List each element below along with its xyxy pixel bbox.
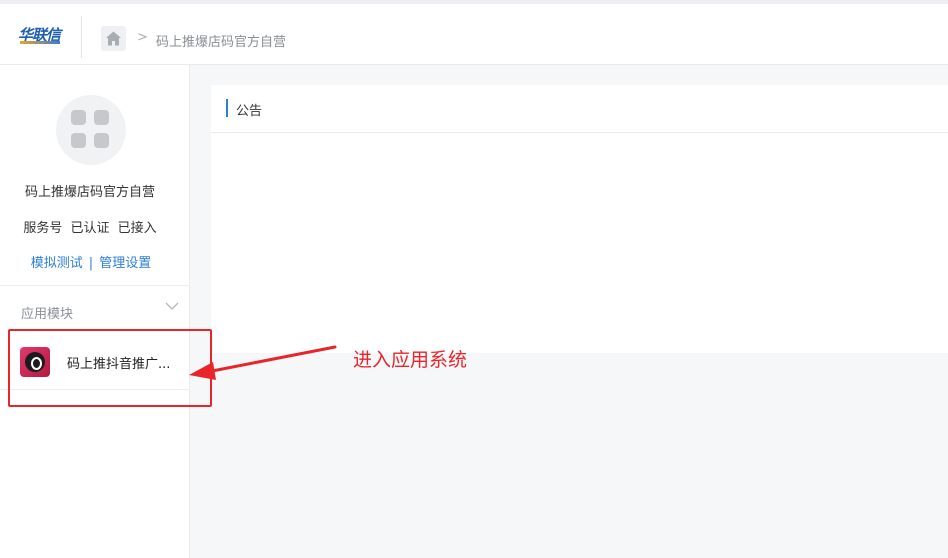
- sidebar-divider: [0, 285, 189, 286]
- top-header: 华联信 > 码上推爆店码官方自营: [0, 0, 948, 65]
- avatar-tile: [71, 110, 86, 125]
- avatar-tile: [94, 133, 109, 148]
- home-button[interactable]: [101, 26, 126, 51]
- account-type: 服务号: [23, 221, 63, 236]
- logo-underline: [20, 41, 60, 44]
- account-name: 码上推爆店码官方自营: [24, 185, 155, 200]
- connected-status: 已接入: [117, 221, 157, 236]
- modules-title: 应用模块: [21, 307, 74, 322]
- home-icon: [106, 31, 121, 46]
- header-divider: [81, 16, 82, 58]
- avatar-tile: [71, 133, 86, 148]
- account-links: 模拟测试 | 管理设置: [0, 252, 182, 271]
- annotation-arrow-icon: [189, 345, 337, 380]
- manage-settings-link[interactable]: 管理设置: [99, 256, 151, 271]
- simulate-test-link[interactable]: 模拟测试: [31, 256, 83, 271]
- account-avatar: [56, 95, 126, 165]
- annotation-callout: 进入应用系统: [353, 349, 468, 371]
- chevron-down-icon[interactable]: [165, 301, 179, 311]
- link-separator: |: [88, 256, 94, 271]
- panel-accent-bar: [226, 99, 228, 117]
- account-status: 服务号 已认证 已接入: [0, 217, 180, 236]
- verified-status: 已认证: [70, 221, 110, 236]
- panel-header: 公告: [211, 85, 948, 133]
- breadcrumb-separator: >: [137, 30, 148, 45]
- annotation-highlight-box: [8, 329, 212, 407]
- panel-title: 公告: [236, 104, 263, 119]
- announcement-panel: 公告: [211, 85, 948, 353]
- breadcrumb-current: 码上推爆店码官方自营: [156, 35, 287, 50]
- avatar-tile: [94, 110, 109, 125]
- brand-logo[interactable]: 华联信: [18, 24, 62, 48]
- sidebar: 码上推爆店码官方自营 服务号 已认证 已接入 模拟测试 | 管理设置 应用模块 码上…: [0, 65, 190, 558]
